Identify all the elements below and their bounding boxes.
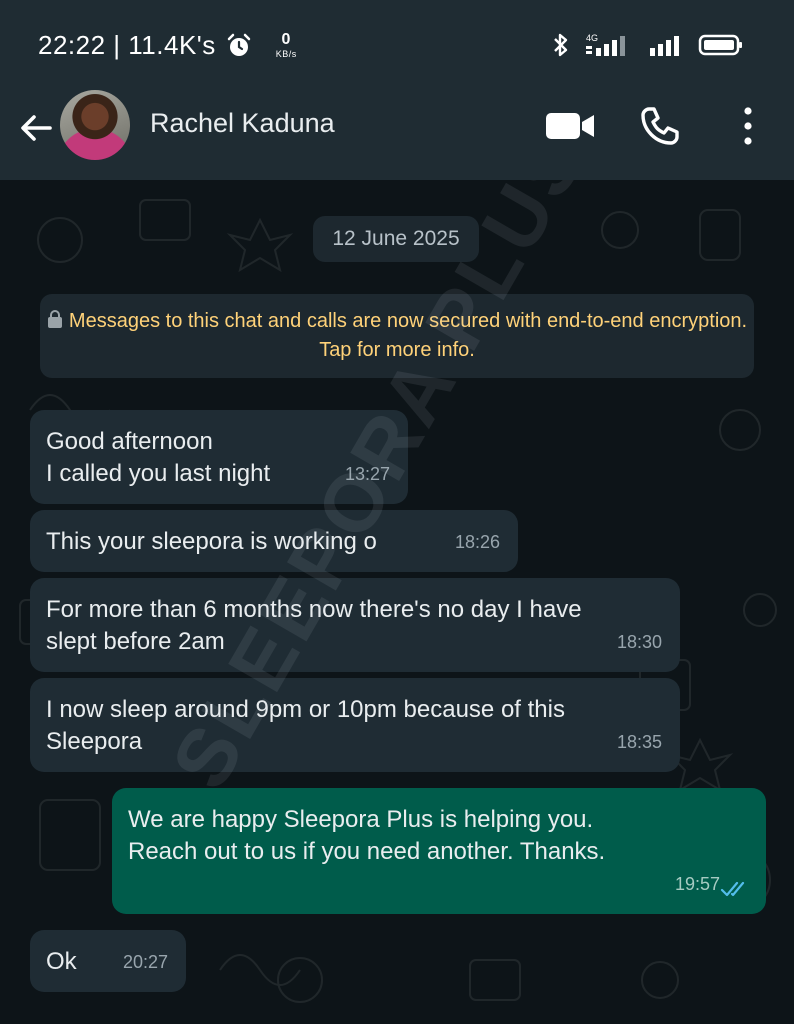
message-bubble-incoming[interactable]: This your sleepora is working o 18:26 <box>30 510 518 572</box>
read-receipt-icon <box>720 881 745 897</box>
svg-text:4G: 4G <box>586 33 598 43</box>
net-speed-value: 0 <box>281 31 291 48</box>
status-left: 22:22 | 11.4K's 0 KB/s <box>38 30 297 61</box>
message-bubble-incoming[interactable]: I now sleep around 9pm or 10pm because o… <box>30 678 680 772</box>
message-time: 20:27 <box>122 952 168 972</box>
date-chip: 12 June 2025 <box>313 216 479 262</box>
status-time: 22:22 | 11.4K's <box>38 30 216 60</box>
chat-header: Rachel Kaduna <box>0 88 794 180</box>
message-bubble-incoming[interactable]: Ok 20:27 <box>30 930 186 992</box>
message-time: 18:26 <box>454 532 500 552</box>
message-text: I now sleep around 9pm or 10pm because o… <box>46 696 565 755</box>
status-bar: 22:22 | 11.4K's 0 KB/s 4G <box>0 0 794 88</box>
message-bubble-outgoing[interactable]: We are happy Sleepora Plus is helping yo… <box>112 788 766 914</box>
encryption-notice[interactable]: Messages to this chat and calls are now … <box>40 294 754 378</box>
video-call-icon[interactable] <box>544 110 596 142</box>
message-text: This your sleepora is working o <box>46 528 377 555</box>
battery-icon <box>698 34 742 56</box>
more-options-icon[interactable] <box>738 104 758 148</box>
encryption-notice-text: Messages to this chat and calls are now … <box>68 310 748 361</box>
message-time: 13:27 <box>344 464 390 484</box>
message-text: We are happy Sleepora Plus is helping yo… <box>128 806 606 865</box>
message-time: 18:35 <box>616 732 662 752</box>
net-speed-unit: KB/s <box>275 49 297 59</box>
signal-icon <box>650 36 679 56</box>
voice-call-icon[interactable] <box>640 106 680 146</box>
status-right: 4G <box>552 32 744 58</box>
contact-avatar[interactable] <box>60 90 130 160</box>
signal-4g-icon: 4G <box>586 33 625 56</box>
contact-name[interactable]: Rachel Kaduna <box>150 108 335 139</box>
alarm-icon <box>227 33 250 56</box>
message-text: For more than 6 months now there's no da… <box>46 596 582 655</box>
message-bubble-incoming[interactable]: Good afternoon I called you last night 1… <box>30 410 408 504</box>
message-time: 19:57 <box>674 874 720 894</box>
message-text: Good afternoon I called you last night <box>46 428 271 487</box>
bluetooth-icon <box>554 33 568 57</box>
message-bubble-incoming[interactable]: For more than 6 months now there's no da… <box>30 578 680 672</box>
top-bar: 22:22 | 11.4K's 0 KB/s 4G Rachel Kaduna <box>0 0 794 180</box>
message-time: 18:30 <box>616 632 662 652</box>
net-speed: 0 KB/s <box>276 32 297 59</box>
back-arrow-icon[interactable] <box>16 108 56 148</box>
chat-area[interactable]: 12 June 2025 Messages to this chat and c… <box>0 180 794 1024</box>
lock-icon <box>47 310 62 328</box>
